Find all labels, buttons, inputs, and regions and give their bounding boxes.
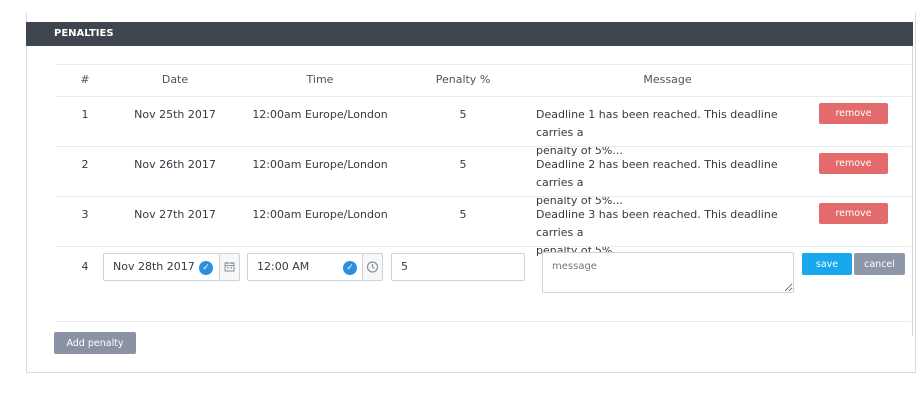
save-button[interactable]: save: [802, 253, 852, 275]
check-icon: ✓: [343, 261, 357, 275]
calendar-button[interactable]: [219, 253, 240, 281]
row-date: Nov 27th 2017: [134, 208, 216, 221]
clock-button[interactable]: [362, 253, 383, 281]
row-divider: [55, 246, 911, 247]
row-message-line: Deadline 1 has been reached. This deadli…: [536, 108, 778, 139]
row-message-line: Deadline 2 has been reached. This deadli…: [536, 158, 778, 189]
calendar-icon: [224, 262, 235, 272]
cancel-button[interactable]: cancel: [854, 253, 905, 275]
message-textarea[interactable]: [542, 252, 794, 293]
row-time: 12:00am Europe/London: [252, 158, 388, 171]
remove-button[interactable]: remove: [819, 153, 888, 174]
table-top-divider: [55, 64, 911, 65]
penalty-input[interactable]: 5: [391, 253, 525, 281]
row-date: Nov 26th 2017: [134, 158, 216, 171]
date-input-value: Nov 28th 2017: [113, 260, 195, 273]
col-header-time: Time: [306, 73, 334, 86]
row-penalty: 5: [459, 208, 467, 221]
check-icon: ✓: [199, 261, 213, 275]
row-time: 12:00am Europe/London: [252, 208, 388, 221]
row-penalty: 5: [459, 158, 467, 171]
add-penalty-button[interactable]: Add penalty: [54, 332, 136, 354]
row-time: 12:00am Europe/London: [252, 108, 388, 121]
clock-icon: [366, 261, 379, 273]
col-header-num: #: [80, 73, 90, 86]
col-header-penalty: Penalty %: [435, 73, 491, 86]
section-header: PENALTIES: [26, 22, 913, 46]
table-bottom-divider: [55, 321, 911, 322]
row-divider: [55, 146, 911, 147]
remove-button[interactable]: remove: [819, 103, 888, 124]
row-num: 3: [81, 208, 89, 221]
row-num: 2: [81, 158, 89, 171]
row-message: Deadline 2 has been reached. This deadli…: [536, 156, 806, 210]
row-num: 1: [81, 108, 89, 121]
header-divider: [55, 96, 911, 97]
time-input-value: 12:00 AM: [257, 260, 310, 273]
col-header-date: Date: [161, 73, 189, 86]
panel-right-edge: [912, 46, 913, 336]
penalty-input-value: 5: [401, 260, 408, 273]
row-divider: [55, 196, 911, 197]
section-title: PENALTIES: [54, 28, 114, 39]
row-message: Deadline 1 has been reached. This deadli…: [536, 106, 806, 160]
row-message-line: Deadline 3 has been reached. This deadli…: [536, 208, 778, 239]
remove-button[interactable]: remove: [819, 203, 888, 224]
row-penalty: 5: [459, 108, 467, 121]
row-date: Nov 25th 2017: [134, 108, 216, 121]
col-header-message: Message: [643, 73, 692, 86]
